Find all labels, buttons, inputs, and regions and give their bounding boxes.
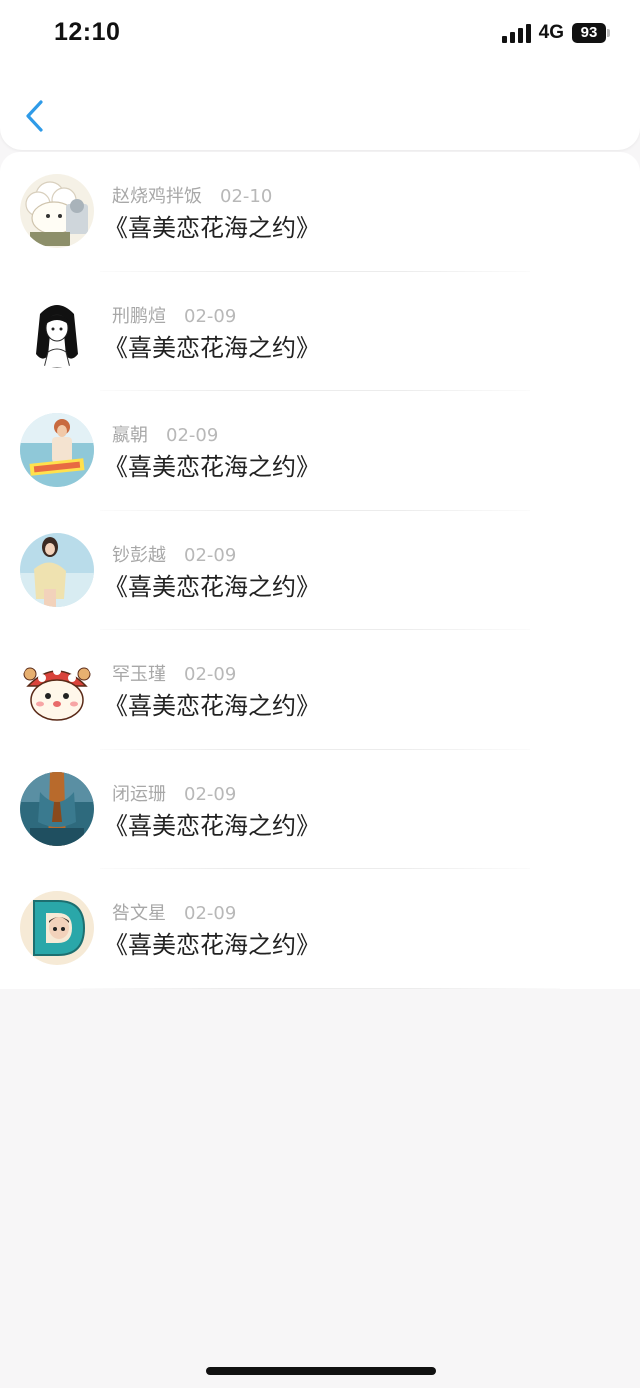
user-name: 罕玉瑾 [112,664,166,685]
item-meta: 赵烧鸡拌饭 02-10 [112,182,272,208]
avatar[interactable] [20,652,94,726]
item-title: 《喜美恋花海之约》 [104,214,320,242]
divider [80,987,560,989]
signal-icon [501,23,531,43]
item-meta: 嬴朝 02-09 [112,421,218,447]
avatar[interactable] [20,891,94,965]
list-item[interactable]: 嬴朝 02-09 《喜美恋花海之约》 [0,391,640,511]
item-meta: 刑鹏煊 02-09 [112,302,236,328]
user-name: 嬴朝 [112,425,148,446]
list-item[interactable]: 赵烧鸡拌饭 02-10 《喜美恋花海之约》 [0,152,640,272]
item-title: 《喜美恋花海之约》 [104,453,320,481]
back-button[interactable] [20,96,50,136]
item-meta: 咎文星 02-09 [112,899,236,925]
item-meta: 闭运珊 02-09 [112,780,236,806]
battery-cap [607,29,610,37]
girl-street-photo-avatar [20,413,94,487]
item-date: 02-09 [184,664,237,685]
list-item[interactable]: 咎文星 02-09 《喜美恋花海之约》 [0,869,640,989]
item-date: 02-09 [184,783,237,805]
item-title: 《喜美恋花海之约》 [104,811,320,840]
list-item[interactable]: 钞彭越 02-09 《喜美恋花海之约》 [0,511,640,630]
girl-sketch-avatar [20,293,94,368]
hamster-cartoon-avatar [20,652,94,726]
avatar[interactable] [20,293,94,368]
network-label: 4G [538,22,564,43]
user-name: 刑鹏煊 [112,305,166,327]
list-item[interactable]: 闭运珊 02-09 《喜美恋花海之约》 [0,750,640,869]
status-indicators: 4G 93 [501,22,610,44]
avatar[interactable] [20,413,94,487]
avatar[interactable] [20,771,94,846]
item-meta: 钞彭越 02-09 [112,541,236,567]
user-name: 钞彭越 [112,544,166,566]
avatar[interactable] [20,532,94,607]
avatar[interactable] [20,174,94,248]
battery-icon: 93 [572,23,610,43]
battery-level: 93 [572,23,606,43]
message-list: 赵烧鸡拌饭 02-10 《喜美恋花海之约》 刑鹏煊 02-09 《喜美恋花海之约》 [0,152,640,989]
letter-d-cartoon-avatar [20,891,94,965]
user-name: 咎文星 [112,903,166,924]
item-date: 02-09 [166,425,219,446]
item-title: 《喜美恋花海之约》 [104,692,320,720]
item-date: 02-10 [220,186,273,207]
item-title: 《喜美恋花海之约》 [104,931,320,959]
status-time: 12:10 [54,18,121,46]
home-indicator[interactable] [206,1367,436,1375]
item-title: 《喜美恋花海之约》 [104,333,320,362]
sheep-cartoon-avatar [20,174,94,248]
item-date: 02-09 [184,903,237,924]
chevron-left-icon [26,100,43,132]
user-name: 闭运珊 [112,783,166,805]
item-meta: 罕玉瑾 02-09 [112,660,236,686]
user-name: 赵烧鸡拌饭 [112,186,202,207]
list-item[interactable]: 罕玉瑾 02-09 《喜美恋花海之约》 [0,630,640,750]
top-header: 12:10 4G 93 [0,0,640,150]
list-item[interactable]: 刑鹏煊 02-09 《喜美恋花海之约》 [0,272,640,391]
girl-beach-photo-avatar [20,532,94,607]
item-date: 02-09 [184,544,237,566]
denim-photo-avatar [20,771,94,846]
item-title: 《喜美恋花海之约》 [104,572,320,601]
item-date: 02-09 [184,305,237,327]
